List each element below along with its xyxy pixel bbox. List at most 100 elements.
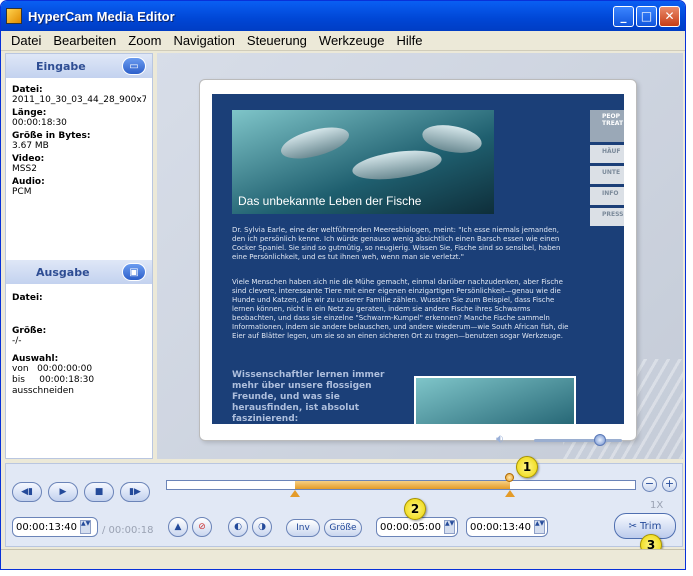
callout-2: 2 [404,498,426,520]
input-panel-title: Eingabe [36,59,86,73]
playback-buttons: ◀▮ ▶ ■ ▮▶ [12,482,150,502]
callout-1: 1 [516,456,538,478]
fish-image [277,121,353,165]
current-time-field[interactable]: 00:00:13:40 ▲▼ [12,517,98,537]
input-file-value: 2011_10_30_03_44_28_900x71 [12,95,146,105]
menu-werkzeuge[interactable]: Werkzeuge [313,33,391,48]
menu-bar: Datei Bearbeiten Zoom Navigation Steueru… [1,31,685,51]
article-image [414,376,576,424]
preview-area: Das unbekannte Leben der Fische PEOP TRE… [157,53,683,459]
status-bar [1,549,685,569]
from-label: von [12,364,29,374]
input-info: Datei: 2011_10_30_03_44_28_900x71 Länge:… [6,78,152,202]
preview-frame: Das unbekannte Leben der Fische PEOP TRE… [199,79,637,447]
playhead-knob[interactable] [504,473,514,482]
output-file-label: Datei: [12,293,43,303]
next-frame-button[interactable]: ▮▶ [120,482,150,502]
input-video-value: MSS2 [12,164,37,174]
previous-frame-button[interactable]: ◀▮ [12,482,42,502]
selection-end-value: 00:00:13:40 [470,521,532,533]
app-icon [6,8,22,24]
selection-length-value: 00:00:05:00 [380,521,442,533]
to-value: 00:00:18:30 [39,375,95,385]
title-bar[interactable]: HyperCam Media Editor _ □ ✕ [1,1,685,31]
input-length-label: Länge: [12,108,47,118]
input-file-label: Datei: [12,85,43,95]
menu-datei[interactable]: Datei [5,33,47,48]
open-folder-icon[interactable]: ▭ [122,57,146,75]
hero-caption: Das unbekannte Leben der Fische [238,194,422,208]
input-audio-value: PCM [12,187,32,197]
from-value: 00:00:00:00 [37,364,93,374]
maximize-button[interactable]: □ [636,5,657,27]
zoom-in-button[interactable]: + [662,477,677,492]
window-title: HyperCam Media Editor [28,8,175,24]
stop-button[interactable]: ■ [84,482,114,502]
video-preview[interactable]: Das unbekannte Leben der Fische PEOP TRE… [212,94,624,424]
scissors-icon: ✂ [628,520,638,532]
menu-hilfe[interactable]: Hilfe [390,33,428,48]
size-button[interactable]: Größe [324,519,362,537]
input-panel-header: Eingabe ▭ [6,54,152,78]
input-size-value: 3.67 MB [12,141,49,151]
nav-item: PRESS [590,208,624,226]
zoom-out-button[interactable]: − [642,477,657,492]
mark-in-button[interactable]: ◐ [228,517,248,537]
article-paragraph: Dr. Sylvia Earle, eine der weltführenden… [232,226,561,261]
hero-image: Das unbekannte Leben der Fische [232,110,494,214]
volume-slider[interactable] [534,439,622,442]
input-video-label: Video: [12,154,45,164]
input-audio-label: Audio: [12,177,45,187]
mark-out-button[interactable]: ◑ [252,517,272,537]
menu-zoom[interactable]: Zoom [122,33,167,48]
output-selection-label: Auswahl: [12,354,59,364]
current-time-value: 00:00:13:40 [16,521,78,533]
timeline-selection[interactable] [294,481,510,489]
selection-end-spinner[interactable]: ▲▼ [534,520,546,534]
invert-button[interactable]: Inv [286,519,320,537]
playback-speed: 1X [650,500,664,511]
total-time: / 00:00:18 [102,525,154,536]
current-time-spinner[interactable]: ▲▼ [80,520,92,534]
selection-end-marker[interactable] [504,490,515,497]
output-from-row: von 00:00:00:00 [12,364,146,374]
output-to-row: bis 00:00:18:30 [12,375,146,385]
output-info: Datei: Größe: -/- Auswahl: von 00:00:00:… [6,286,152,401]
page-side-nav: PEOP TREAT HÄUF UNTE INFO PRESS [590,110,624,229]
output-size-label: Größe: [12,326,47,336]
volume-slider-knob[interactable] [594,434,606,446]
nav-item: HÄUF [590,145,624,163]
timeline-track[interactable] [166,480,636,490]
menu-bearbeiten[interactable]: Bearbeiten [47,33,122,48]
control-panel: ◀▮ ▶ ■ ▮▶ 00:00:13:40 ▲▼ / 00:00:18 − + … [5,456,683,556]
info-sidebar: Eingabe ▭ Datei: 2011_10_30_03_44_28_900… [5,53,153,459]
trim-label: Trim [640,520,662,532]
save-icon[interactable]: ▣ [122,263,146,281]
input-size-label: Größe in Bytes: [12,131,91,141]
volume-icon[interactable]: 🔉︎ [496,432,504,447]
selection-end-field[interactable]: 00:00:13:40 ▲▼ [466,517,548,537]
nav-item: PEOP TREAT [590,110,624,142]
nav-item: INFO [590,187,624,205]
play-button[interactable]: ▶ [48,482,78,502]
minimize-button[interactable]: _ [613,5,634,27]
no-selection-button[interactable]: ⊘ [192,517,212,537]
output-panel-header: Ausgabe ▣ [6,260,152,284]
fish-image [350,145,444,185]
article-subheading: Wissenschaftler lernen immer mehr über u… [232,370,385,424]
selection-length-spinner[interactable]: ▲▼ [444,520,456,534]
output-size-value: -/- [12,336,22,346]
input-length-value: 00:00:18:30 [12,118,67,128]
selection-start-marker[interactable] [289,490,300,497]
menu-navigation[interactable]: Navigation [167,33,240,48]
output-action: ausschneiden [12,386,74,396]
menu-steuerung[interactable]: Steuerung [241,33,313,48]
selection-length-field[interactable]: 00:00:05:00 ▲▼ [376,517,458,537]
app-window: HyperCam Media Editor _ □ ✕ Datei Bearbe… [0,0,686,570]
article-paragraph: Viele Menschen haben sich nie die Mühe g… [232,278,569,340]
output-panel-title: Ausgabe [36,265,90,279]
close-button[interactable]: ✕ [659,5,680,27]
to-label: bis [12,375,25,385]
eject-button[interactable]: ▲ [168,517,188,537]
nav-item: UNTE [590,166,624,184]
